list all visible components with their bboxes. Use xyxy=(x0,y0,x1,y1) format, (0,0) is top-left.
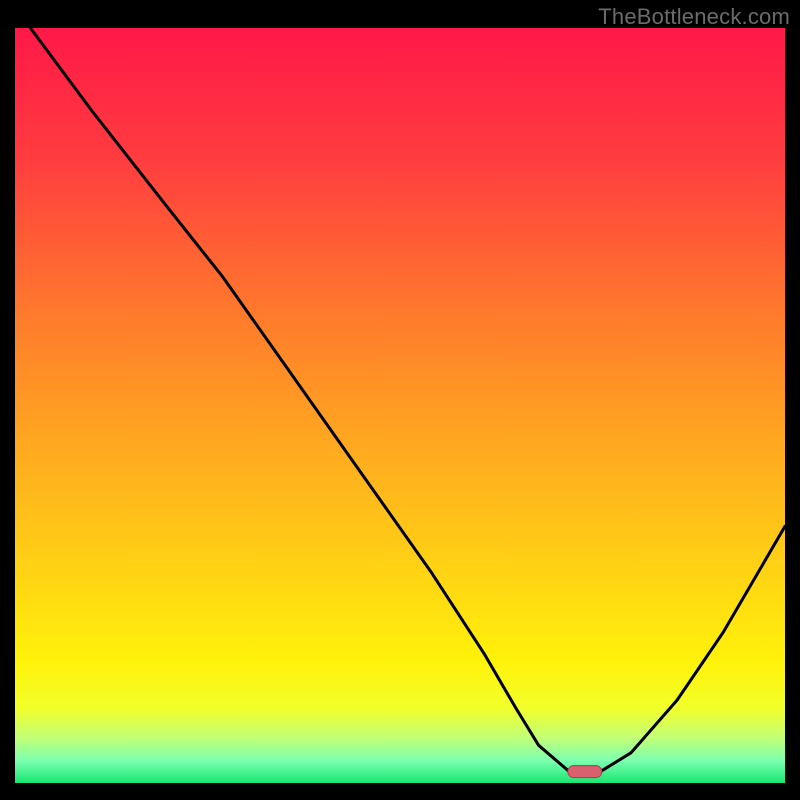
watermark-text: TheBottleneck.com xyxy=(598,4,790,30)
plot-area xyxy=(15,28,785,783)
gradient-background xyxy=(15,28,785,783)
chart-svg xyxy=(15,28,785,783)
optimal-marker xyxy=(568,766,602,778)
chart-frame: TheBottleneck.com xyxy=(0,0,800,800)
